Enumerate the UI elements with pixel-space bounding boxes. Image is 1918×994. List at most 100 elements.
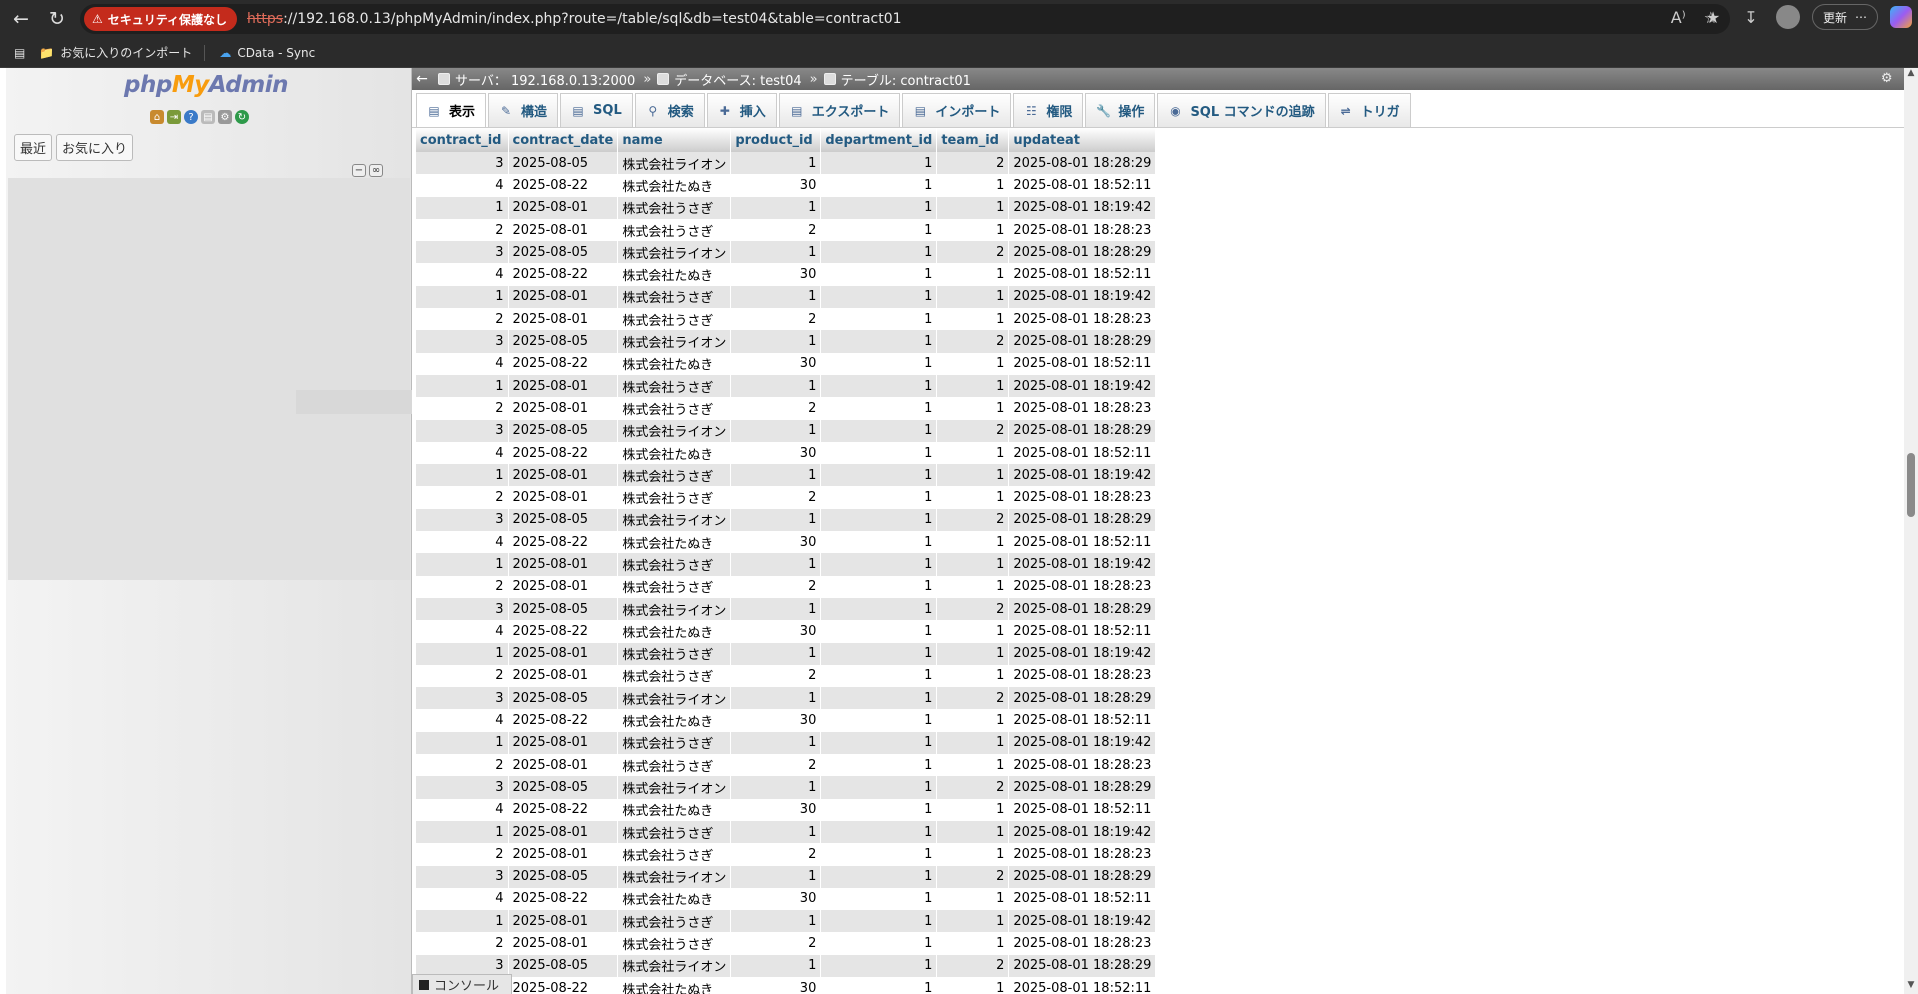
table-cell-product-id[interactable]: 2 (730, 486, 822, 509)
table-row[interactable]: 42025-08-22株式会社たぬき30112025-08-01 18:52:1… (416, 620, 1157, 643)
table-row[interactable]: 42025-08-22株式会社たぬき30112025-08-01 18:52:1… (416, 263, 1157, 286)
table-cell-contract-date[interactable]: 2025-08-01 (508, 553, 619, 576)
column-header-updateat[interactable]: updateat (1008, 128, 1157, 152)
table-cell-contract-id[interactable]: 3 (416, 419, 509, 442)
table-cell-contract-date[interactable]: 2025-08-01 (508, 308, 619, 331)
table-cell-contract-date[interactable]: 2025-08-01 (508, 664, 619, 688)
favorite-cdata-sync[interactable]: ☁ CData - Sync (219, 46, 315, 60)
tab-insert[interactable]: ✚ 挿入 (706, 93, 777, 127)
table-cell-contract-id[interactable]: 3 (416, 330, 509, 353)
table-cell-contract-date[interactable]: 2025-08-01 (508, 754, 619, 777)
column-header-team-id[interactable]: team_id (936, 128, 1010, 152)
table-cell-team-id[interactable]: 1 (936, 174, 1010, 197)
table-cell-updateat[interactable]: 2025-08-01 18:19:42 (1008, 374, 1157, 398)
home-icon[interactable]: ⌂ (150, 110, 164, 124)
table-cell-department-id[interactable]: 1 (820, 508, 938, 532)
table-cell-contract-id[interactable]: 1 (416, 464, 509, 487)
table-row[interactable]: 2 2025-08-01 株式会社うさぎ 2 1 1 2025-08-01 18:28:23 (416, 843, 1157, 866)
table-cell-contract-id[interactable]: 2 (416, 754, 509, 777)
table-cell-contract-date[interactable]: 2025-08-01 (508, 731, 619, 755)
table-cell-product-id[interactable]: 30 (730, 352, 822, 375)
table-cell-team-id[interactable]: 1 (936, 374, 1010, 398)
table-cell-department-id[interactable]: 1 (820, 976, 938, 994)
table-cell-contract-id[interactable]: 4 (416, 887, 509, 911)
table-cell-product-id[interactable]: 1 (730, 910, 822, 933)
table-cell-team-id[interactable]: 1 (936, 397, 1010, 420)
table-row[interactable]: 2 2025-08-01 株式会社うさぎ 2 1 1 2025-08-01 18:28:23 (416, 575, 1157, 598)
table-row[interactable]: 2 2025-08-01 株式会社うさぎ 2 1 1 2025-08-01 18:28:23 (416, 218, 1157, 242)
table-cell-contract-date[interactable]: 2025-08-05 (508, 508, 619, 532)
table-cell-name[interactable]: 株式会社たぬき (617, 798, 732, 821)
table-cell-team-id[interactable]: 2 (936, 865, 1010, 888)
table-row[interactable]: 1 2025-08-01 株式会社うさぎ 1 1 1 2025-08-01 18:19:42 (416, 910, 1157, 933)
table-cell-name[interactable]: 株式会社ライオン (617, 954, 732, 977)
table-cell-department-id[interactable]: 1 (820, 285, 938, 309)
table-cell-updateat[interactable]: 2025-08-01 18:19:42 (1008, 285, 1157, 309)
table-row[interactable]: 3 2025-08-05 株式会社ライオン 1 1 2 2025-08-01 18:28:2… (416, 152, 1157, 175)
table-cell-updateat[interactable]: 2025-08-01 18:52:11 (1008, 976, 1157, 994)
table-cell-name[interactable]: 株式会社うさぎ (617, 932, 732, 955)
table-cell-product-id[interactable]: 1 (730, 285, 822, 309)
table-cell-department-id[interactable]: 1 (820, 196, 938, 219)
table-cell-team-id[interactable]: 1 (936, 464, 1010, 487)
table-cell-team-id[interactable]: 1 (936, 820, 1010, 844)
table-cell-contract-date[interactable]: 2025-08-22 (508, 976, 619, 994)
table-cell-name[interactable]: 株式会社うさぎ (617, 218, 732, 242)
table-cell-contract-date[interactable]: 2025-08-01 (508, 910, 619, 933)
table-cell-name[interactable]: 株式会社うさぎ (617, 910, 732, 933)
table-row[interactable]: 3 2025-08-05 株式会社ライオン 1 1 2 2025-08-01 18:28:2… (416, 241, 1157, 264)
table-row[interactable]: 1 2025-08-01 株式会社うさぎ 1 1 1 2025-08-01 18:19:42 (416, 553, 1157, 576)
column-header-department-id[interactable]: department_id (820, 128, 938, 152)
table-row[interactable]: 3 2025-08-05 株式会社ライオン 1 1 2 2025-08-01 18:28:2… (416, 954, 1157, 977)
column-header-name[interactable]: name (617, 128, 732, 152)
table-cell-team-id[interactable]: 2 (936, 597, 1010, 621)
table-cell-team-id[interactable]: 2 (936, 241, 1010, 264)
table-cell-updateat[interactable]: 2025-08-01 18:52:11 (1008, 887, 1157, 911)
table-cell-team-id[interactable]: 1 (936, 709, 1010, 732)
table-row[interactable]: 1 2025-08-01 株式会社うさぎ 1 1 1 2025-08-01 18:19:42 (416, 374, 1157, 398)
table-cell-department-id[interactable]: 1 (820, 553, 938, 576)
table-cell-contract-id[interactable]: 1 (416, 642, 509, 665)
link-icon[interactable]: ∞ (369, 164, 383, 177)
table-cell-department-id[interactable]: 1 (820, 820, 938, 844)
logout-icon[interactable]: ⇥ (167, 110, 181, 124)
table-cell-product-id[interactable]: 2 (730, 843, 822, 866)
table-cell-team-id[interactable]: 1 (936, 553, 1010, 576)
scroll-down-icon[interactable]: ▼ (1904, 980, 1918, 994)
table-cell-updateat[interactable]: 2025-08-01 18:28:23 (1008, 397, 1157, 420)
breadcrumb-database[interactable]: データベース: test04 (657, 70, 802, 89)
table-cell-product-id[interactable]: 1 (730, 642, 822, 665)
tab-operations[interactable]: 🔧 操作 (1085, 93, 1156, 127)
table-cell-product-id[interactable]: 1 (730, 419, 822, 442)
table-row[interactable]: 3 2025-08-05 株式会社ライオン 1 1 2 2025-08-01 18:28:2… (416, 687, 1157, 710)
table-cell-name[interactable]: 株式会社うさぎ (617, 664, 732, 688)
table-cell-name[interactable]: 株式会社たぬき (617, 531, 732, 554)
table-cell-updateat[interactable]: 2025-08-01 18:52:11 (1008, 709, 1157, 732)
table-cell-department-id[interactable]: 1 (820, 218, 938, 242)
table-cell-contract-id[interactable]: 1 (416, 374, 509, 398)
table-cell-product-id[interactable]: 1 (730, 508, 822, 532)
table-cell-name[interactable]: 株式会社うさぎ (617, 464, 732, 487)
table-cell-department-id[interactable]: 1 (820, 620, 938, 643)
read-aloud-icon[interactable]: A⁾ (1671, 8, 1686, 27)
table-cell-team-id[interactable]: 1 (936, 575, 1010, 598)
table-cell-name[interactable]: 株式会社たぬき (617, 620, 732, 643)
table-cell-contract-id[interactable]: 2 (416, 397, 509, 420)
table-cell-updateat[interactable]: 2025-08-01 18:28:23 (1008, 932, 1157, 955)
table-cell-contract-id[interactable]: 4 (416, 709, 509, 732)
table-cell-department-id[interactable]: 1 (820, 843, 938, 866)
table-cell-name[interactable]: 株式会社ライオン (617, 508, 732, 532)
gear-icon[interactable]: ⚙ (1881, 71, 1893, 86)
tab-structure[interactable]: ✎ 構造 (488, 93, 559, 127)
table-cell-department-id[interactable]: 1 (820, 531, 938, 554)
table-cell-updateat[interactable]: 2025-08-01 18:19:42 (1008, 731, 1157, 755)
favorites-tab[interactable]: お気に入り (56, 134, 134, 161)
table-cell-team-id[interactable]: 1 (936, 285, 1010, 309)
table-cell-updateat[interactable]: 2025-08-01 18:28:23 (1008, 308, 1157, 331)
copilot-icon[interactable] (1890, 6, 1912, 28)
table-cell-updateat[interactable]: 2025-08-01 18:28:29 (1008, 419, 1157, 442)
table-cell-contract-id[interactable]: 2 (416, 932, 509, 955)
table-cell-team-id[interactable]: 2 (936, 152, 1010, 175)
table-row[interactable]: 42025-08-22株式会社たぬき30112025-08-01 18:52:1… (416, 441, 1157, 465)
favorites-icon[interactable]: ★ (1700, 4, 1726, 30)
